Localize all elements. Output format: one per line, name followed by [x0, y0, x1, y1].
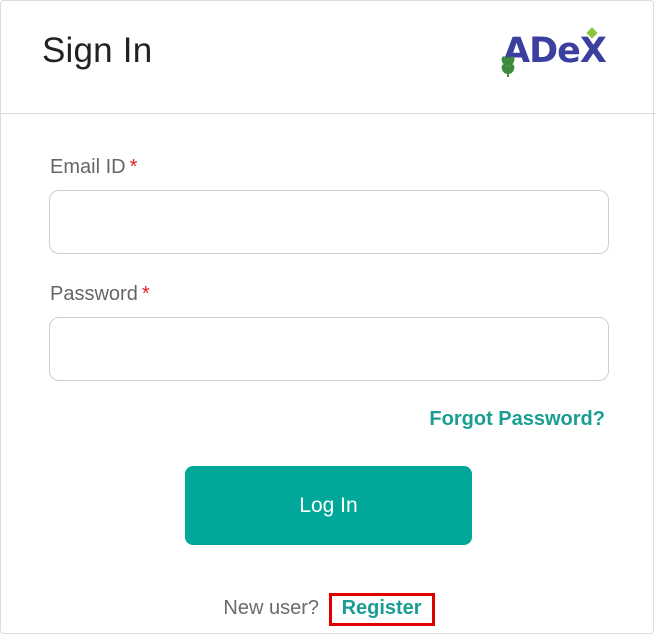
page-title: Sign In: [42, 31, 153, 70]
password-label: Password *: [50, 283, 150, 305]
password-field[interactable]: [49, 317, 609, 381]
adex-logo: ADeX: [485, 27, 613, 79]
sign-in-card: Sign In ADeX Email ID * Password * Forgo…: [0, 0, 656, 634]
required-marker: *: [141, 283, 150, 305]
card-header: Sign In ADeX: [1, 1, 656, 114]
wheat-leaf-icon: [501, 27, 598, 77]
diamond-icon: [586, 27, 598, 39]
register-link[interactable]: Register: [328, 593, 435, 626]
register-prompt: New user? Register: [1, 593, 656, 626]
login-button[interactable]: Log In: [185, 466, 472, 545]
email-label: Email ID *: [50, 156, 138, 178]
required-marker: *: [129, 156, 138, 178]
new-user-text: New user?: [223, 597, 319, 619]
email-field[interactable]: [49, 190, 609, 254]
forgot-password-link[interactable]: Forgot Password?: [429, 408, 605, 431]
